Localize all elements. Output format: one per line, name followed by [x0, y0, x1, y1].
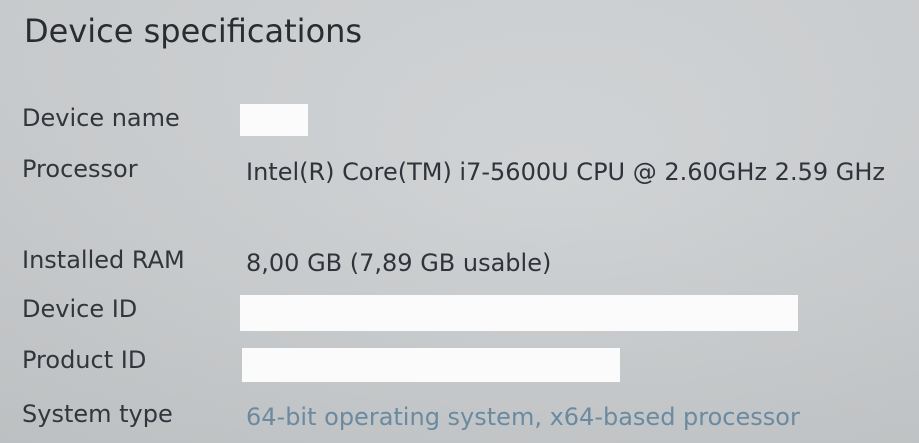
device-name-redaction: [240, 104, 308, 136]
spec-label-system-type: System type: [22, 400, 173, 428]
spec-label-processor: Processor: [22, 155, 138, 183]
device-id-redaction: [240, 295, 798, 331]
device-specifications-panel: Device specifications Device name Proces…: [0, 0, 919, 443]
product-id-redaction: [242, 348, 620, 382]
spec-label-device-id: Device ID: [22, 295, 138, 323]
section-title: Device specifications: [24, 12, 363, 50]
spec-label-product-id: Product ID: [22, 346, 147, 374]
spec-label-installed-ram: Installed RAM: [22, 246, 185, 274]
spec-label-device-name: Device name: [22, 104, 180, 132]
spec-value-installed-ram[interactable]: 8,00 GB (7,89 GB usable): [246, 244, 551, 282]
spec-value-processor[interactable]: Intel(R) Core(TM) i7-5600U CPU @ 2.60GHz…: [246, 153, 896, 191]
spec-value-system-type[interactable]: 64-bit operating system, x64-based proce…: [246, 398, 800, 436]
